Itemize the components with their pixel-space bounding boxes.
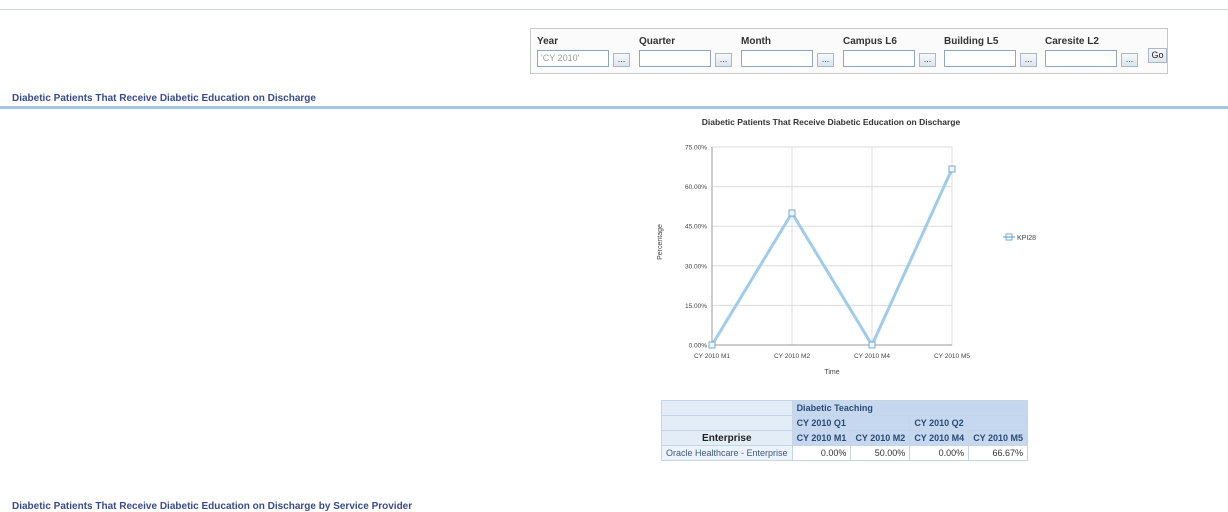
year-input[interactable]: 'CY 2010': [537, 50, 609, 67]
quarter-header[interactable]: CY 2010 Q1: [791, 415, 911, 431]
month-input[interactable]: [741, 50, 813, 67]
chart-title: Diabetic Patients That Receive Diabetic …: [702, 117, 961, 127]
enterprise-header: Enterprise: [661, 430, 793, 446]
month-select-button[interactable]: ...: [817, 53, 834, 67]
prompt-building: Building L5 ...: [944, 35, 1037, 67]
prompt-campus-label: Campus L6: [843, 36, 897, 47]
caresite-input[interactable]: [1045, 50, 1117, 67]
quarter-input[interactable]: [639, 50, 711, 67]
data-point[interactable]: [868, 341, 876, 349]
prompt-caresite: Caresite L2 ...: [1045, 35, 1138, 67]
month-header[interactable]: CY 2010 M1: [791, 430, 852, 446]
value-cell: 0.00%: [791, 445, 852, 461]
prompt-month: Month ...: [741, 35, 834, 67]
x-tick-label: CY 2010 M2: [774, 353, 810, 360]
y-axis-label: Percentage: [657, 224, 664, 260]
row-label[interactable]: Oracle Healthcare - Enterprise: [661, 445, 793, 461]
month-header[interactable]: CY 2010 M4: [909, 430, 970, 446]
series-kpi28[interactable]: [708, 165, 956, 349]
value-cell: 50.00%: [850, 445, 911, 461]
quarter-header[interactable]: CY 2010 Q2: [909, 415, 1029, 431]
value-cell: 66.67%: [968, 445, 1029, 461]
y-tick-label: 60.00%: [685, 184, 707, 191]
legend-label: KPI28: [1017, 235, 1036, 242]
caresite-select-button[interactable]: ...: [1121, 53, 1138, 67]
series-line[interactable]: [710, 168, 954, 349]
quarter-select-button[interactable]: ...: [715, 53, 732, 67]
prompt-month-label: Month: [741, 36, 771, 47]
y-tick-label: 15.00%: [685, 303, 707, 310]
line-chart: Diabetic Patients That Receive Diabetic …: [657, 117, 1036, 376]
y-tick-label: 75.00%: [685, 145, 707, 152]
y-tick-label: 0.00%: [689, 343, 708, 350]
section-divider: [0, 106, 1228, 109]
campus-input[interactable]: [843, 50, 915, 67]
prompt-caresite-label: Caresite L2: [1045, 36, 1099, 47]
section-title: Diabetic Patients That Receive Diabetic …: [12, 501, 413, 512]
data-point[interactable]: [708, 341, 716, 349]
x-tick-label: CY 2010 M5: [934, 353, 970, 360]
data-point[interactable]: [948, 165, 956, 173]
y-tick-label: 30.00%: [685, 263, 707, 270]
top-divider: [0, 9, 1228, 10]
y-tick-labels: 0.00% 15.00% 30.00% 45.00% 60.00% 75.00%: [685, 145, 707, 350]
x-tick-label: CY 2010 M4: [854, 353, 890, 360]
building-select-button[interactable]: ...: [1020, 53, 1037, 67]
chart-legend[interactable]: KPI28: [1003, 233, 1036, 242]
table-row: Oracle Healthcare - Enterprise 0.00% 50.…: [661, 445, 1029, 461]
pivot-corner: [661, 400, 793, 416]
building-input[interactable]: [944, 50, 1016, 67]
section-title: Diabetic Patients That Receive Diabetic …: [12, 93, 316, 104]
pivot-table: Diabetic Teaching CY 2010 Q1 CY 2010 Q2 …: [661, 400, 1029, 461]
prompt-year: Year 'CY 2010' ...: [537, 35, 630, 67]
y-tick-label: 45.00%: [685, 224, 707, 231]
prompt-quarter: Quarter ...: [639, 35, 732, 67]
prompt-building-label: Building L5: [944, 36, 999, 47]
campus-select-button[interactable]: ...: [919, 53, 936, 67]
prompt-quarter-label: Quarter: [639, 36, 676, 47]
month-header[interactable]: CY 2010 M5: [968, 430, 1029, 446]
value-cell: 0.00%: [909, 445, 970, 461]
prompt-campus: Campus L6 ...: [843, 35, 936, 67]
x-tick-labels: CY 2010 M1 CY 2010 M2 CY 2010 M4 CY 2010 M5: [694, 353, 970, 360]
month-header[interactable]: CY 2010 M2: [850, 430, 911, 446]
x-axis-label: Time: [824, 369, 839, 376]
x-tick-label: CY 2010 M1: [694, 353, 730, 360]
prompt-bar: Year 'CY 2010' ... Quarter ... Month ...…: [530, 28, 1168, 74]
year-select-button[interactable]: ...: [613, 53, 630, 67]
pivot-corner: [661, 415, 793, 431]
go-button[interactable]: Go: [1148, 48, 1167, 63]
measure-header: Diabetic Teaching: [791, 400, 1029, 416]
prompt-year-label: Year: [537, 36, 559, 47]
data-point[interactable]: [788, 209, 796, 217]
